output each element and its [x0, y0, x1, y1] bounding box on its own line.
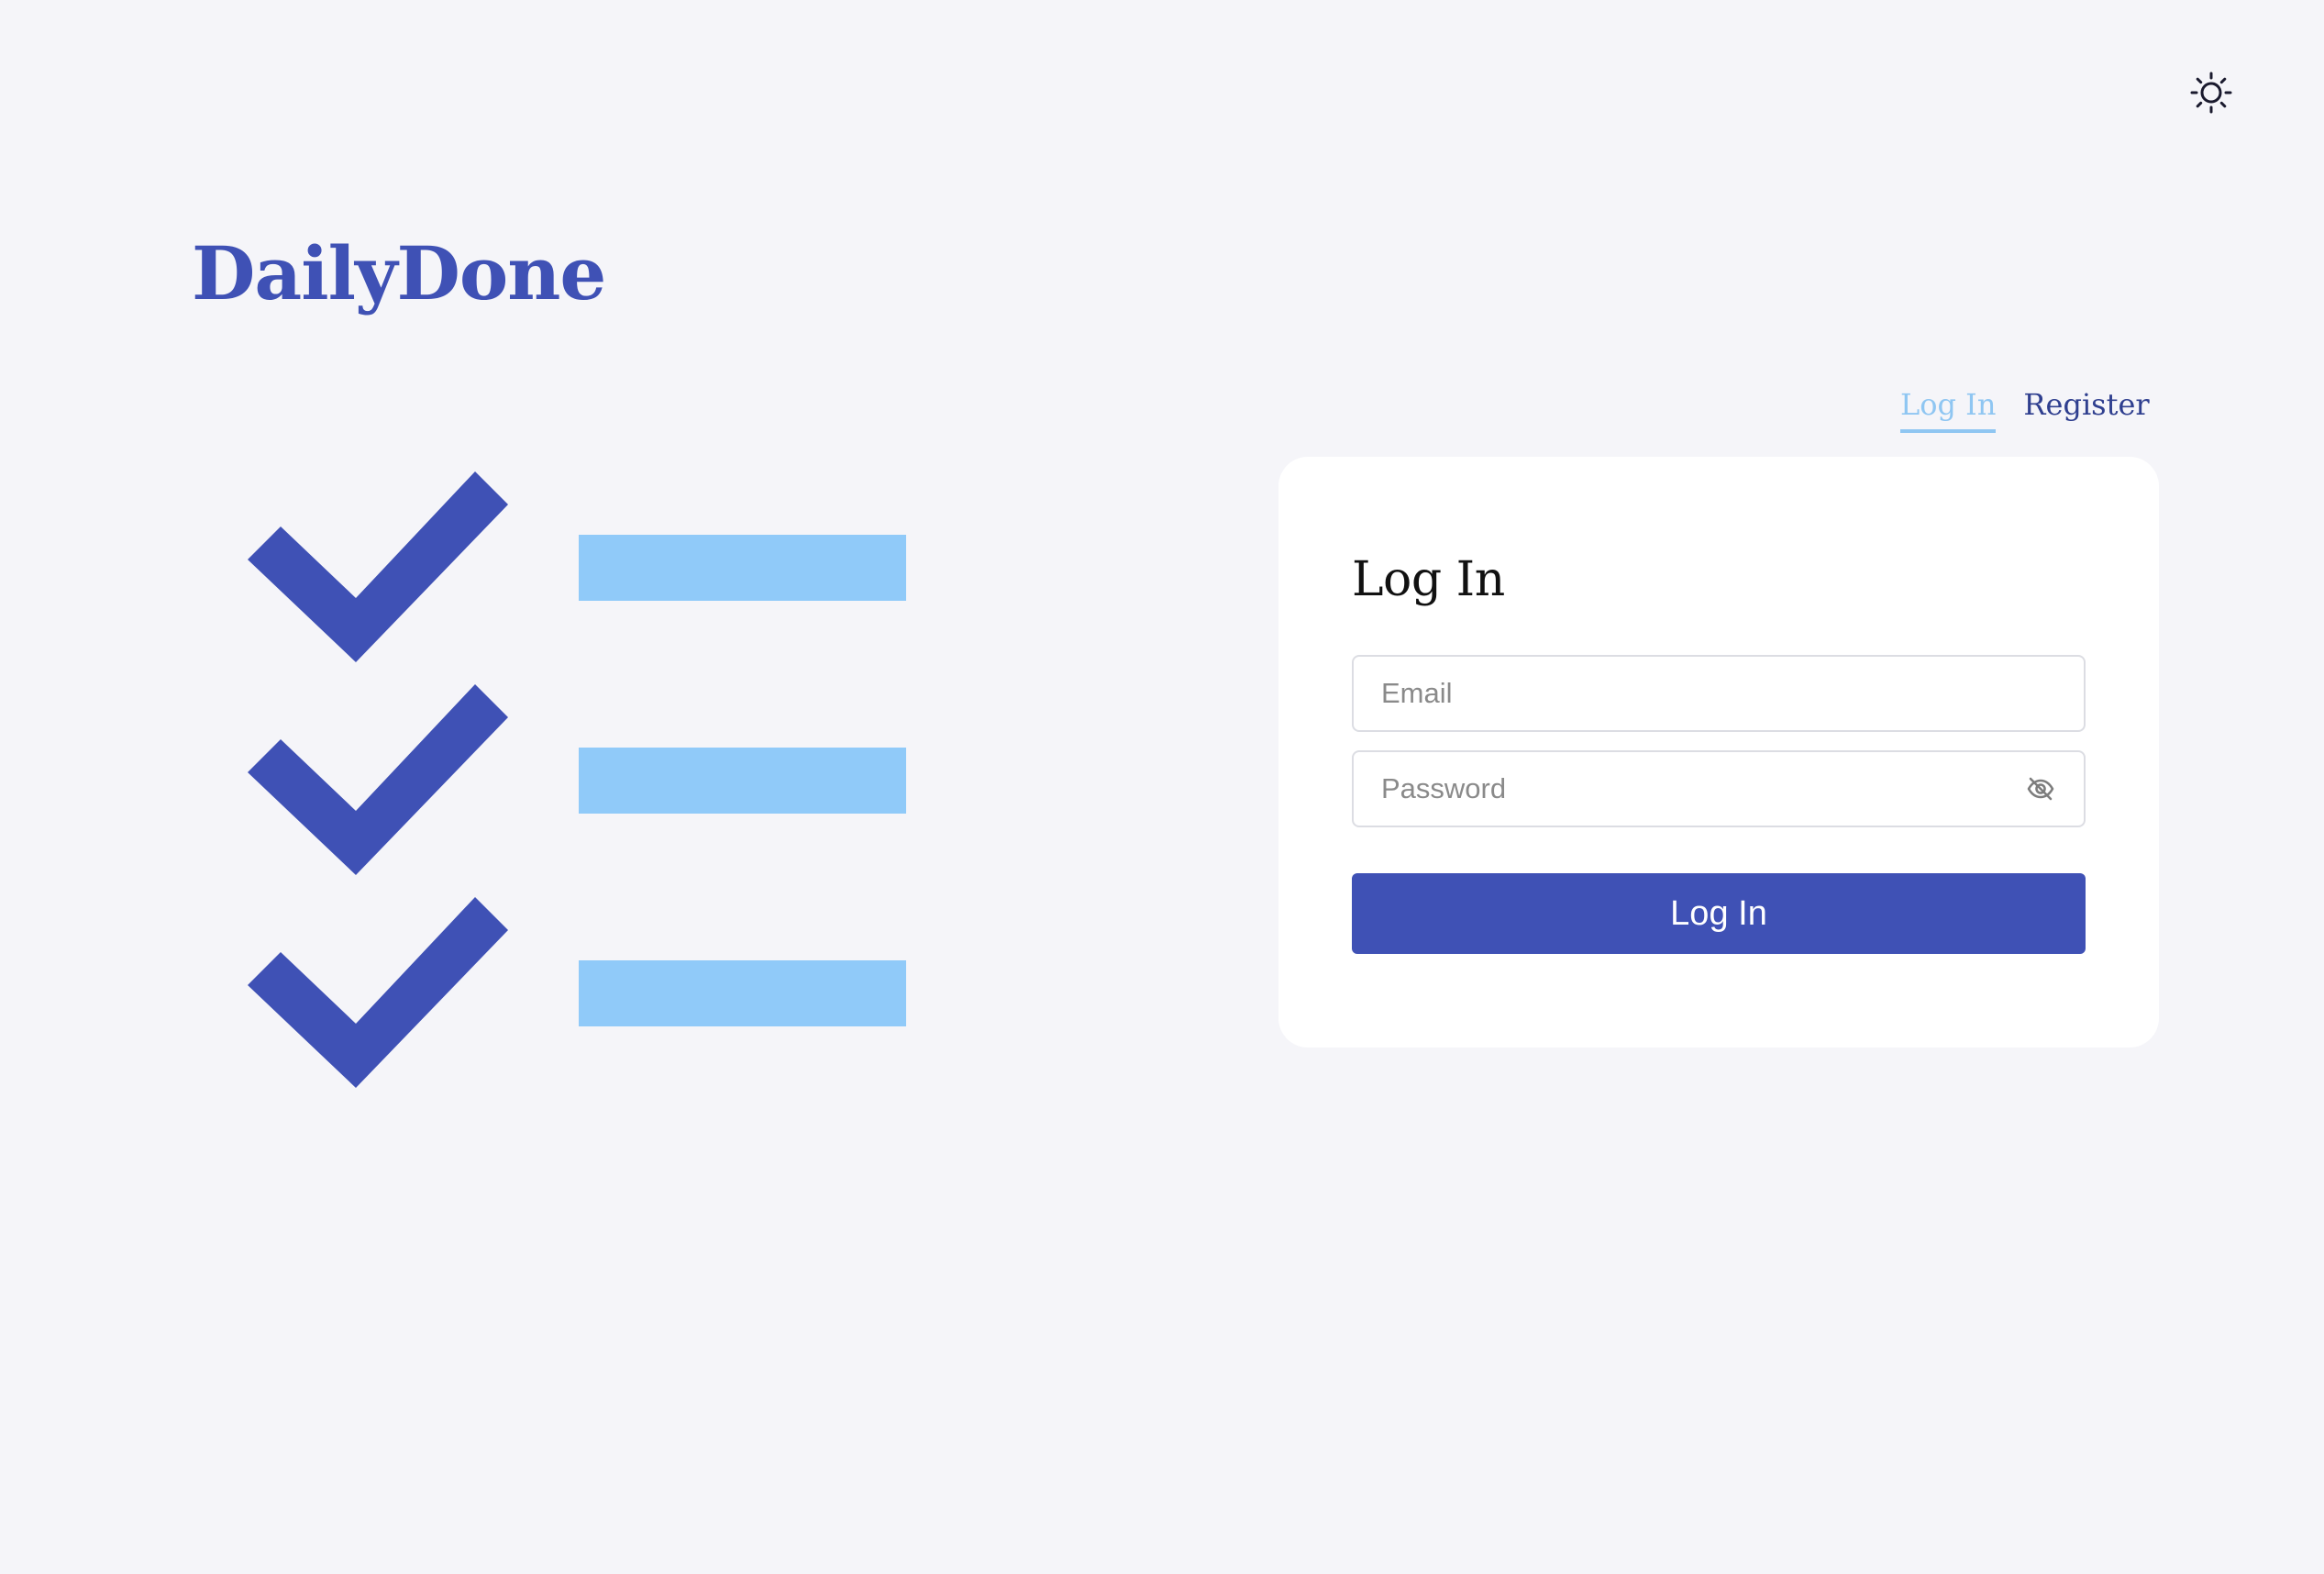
eye-off-icon — [2027, 777, 2054, 801]
task-bar — [579, 748, 906, 814]
form-title: Log In — [1352, 552, 1505, 607]
password-input[interactable] — [1354, 752, 2084, 826]
checkmark-icon — [248, 684, 508, 875]
task-bar — [579, 535, 906, 601]
sun-icon — [2190, 72, 2232, 114]
task-bar — [579, 960, 906, 1026]
password-field-container — [1352, 750, 2086, 827]
checklist-row — [248, 684, 906, 875]
checkmark-icon — [248, 897, 508, 1088]
tab-register[interactable]: Register — [2023, 387, 2149, 433]
login-card: Log In Log In — [1278, 457, 2159, 1047]
theme-toggle-button[interactable] — [2186, 68, 2236, 117]
log-in-button[interactable]: Log In — [1352, 873, 2086, 954]
toggle-password-visibility[interactable] — [2025, 773, 2056, 804]
checkmark-icon — [248, 471, 508, 662]
tab-log-in[interactable]: Log In — [1900, 387, 1997, 433]
auth-tabs: Log In Register — [1900, 387, 2150, 433]
app-logo: DailyDone — [192, 230, 606, 316]
checklist-row — [248, 897, 906, 1088]
checklist-row — [248, 471, 906, 662]
email-field-container — [1352, 655, 2086, 732]
checklist-illustration — [248, 471, 906, 1088]
email-input[interactable] — [1354, 657, 2084, 730]
